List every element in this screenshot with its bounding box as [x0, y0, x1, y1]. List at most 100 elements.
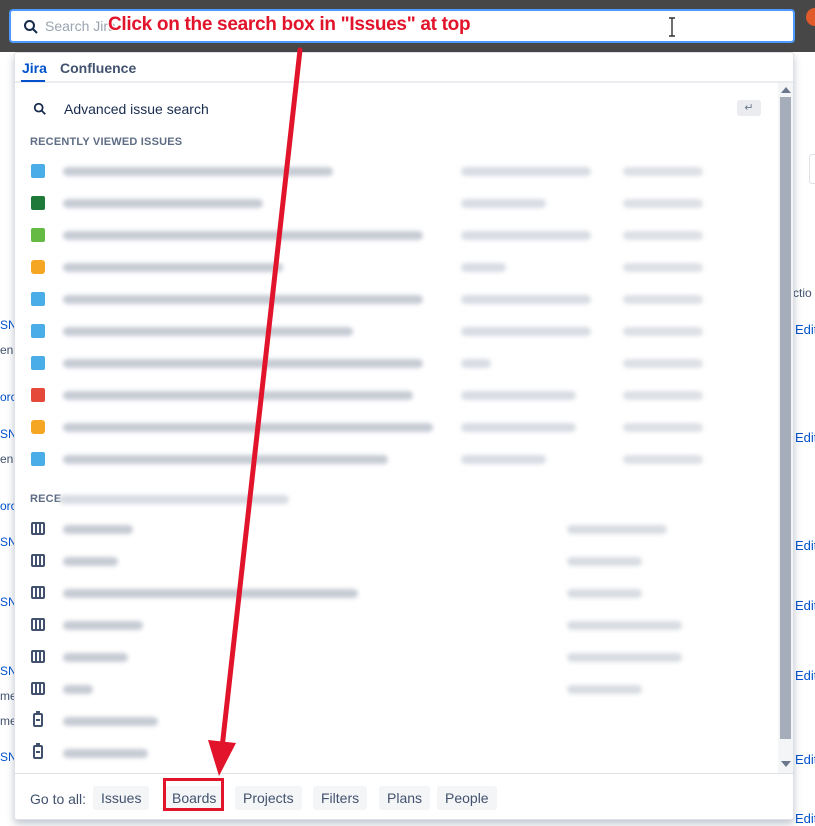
blurred-text: [63, 455, 388, 464]
blurred-text: [623, 263, 703, 272]
product-tabs: Jira Confluence: [15, 53, 793, 83]
list-item[interactable]: [31, 679, 771, 701]
list-item[interactable]: [31, 711, 771, 733]
recent-issues-heading: RECENTLY VIEWED ISSUES: [30, 136, 183, 148]
scroll-up-icon[interactable]: [781, 87, 791, 93]
edit-link[interactable]: Edit: [795, 430, 815, 445]
blurred-text: [567, 685, 642, 694]
list-item[interactable]: [31, 519, 771, 541]
blurred-text: [623, 167, 703, 176]
blurred-text: [63, 717, 158, 726]
annotation-text: Click on the search box in "Issues" at t…: [108, 14, 471, 35]
blurred-text: [461, 231, 591, 240]
go-to-all-label: Go to all:: [30, 791, 87, 807]
blurred-text: [63, 685, 93, 694]
blurred-text: [461, 263, 506, 272]
list-item[interactable]: [31, 225, 771, 247]
blurred-text: [63, 423, 433, 432]
blurred-text: [63, 391, 413, 400]
active-tab-indicator: [21, 80, 45, 82]
background-text: en: [0, 343, 14, 357]
goto-plans-button[interactable]: Plans: [379, 786, 431, 810]
edit-link[interactable]: Edit: [795, 752, 815, 767]
background-text: en: [0, 452, 14, 466]
enter-key-icon: ↵: [737, 100, 761, 116]
subtask-icon: [31, 292, 45, 306]
blurred-text: [63, 589, 358, 598]
advanced-issue-search-label: Advanced issue search: [64, 101, 209, 117]
blurred-text: [63, 621, 143, 630]
search-icon: [24, 20, 38, 34]
list-item[interactable]: [31, 551, 771, 573]
search-icon: [33, 102, 46, 115]
board-icon: [31, 682, 45, 695]
blurred-text: [63, 525, 133, 534]
bug-icon: [31, 388, 45, 402]
board-icon: [31, 554, 45, 567]
avatar[interactable]: [806, 8, 815, 26]
background-box: [809, 154, 815, 184]
blurred-text: [461, 359, 491, 368]
goto-filters-button[interactable]: Filters: [313, 786, 368, 810]
clipboard-icon: [33, 711, 43, 727]
column-header: ctio: [793, 286, 812, 300]
goto-people-button[interactable]: People: [437, 786, 497, 810]
blurred-text: [461, 423, 576, 432]
edit-link[interactable]: Edit: [795, 668, 815, 683]
list-item[interactable]: [31, 743, 771, 765]
blurred-text: [63, 295, 423, 304]
task-icon: [31, 452, 45, 466]
blurred-text: [567, 653, 682, 662]
list-item[interactable]: [31, 161, 771, 183]
blurred-text: [567, 525, 667, 534]
list-item[interactable]: [31, 257, 771, 279]
blurred-text: [63, 327, 353, 336]
edit-link[interactable]: Edit: [795, 538, 815, 553]
blurred-text: [59, 495, 289, 504]
new-feature-icon: [31, 228, 45, 242]
list-item[interactable]: [31, 289, 771, 311]
scroll-down-icon[interactable]: [781, 761, 791, 767]
scrollbar-thumb[interactable]: [780, 97, 791, 739]
scrollbar[interactable]: [778, 83, 793, 773]
blurred-text: [623, 295, 703, 304]
list-item[interactable]: [31, 615, 771, 637]
text-cursor-icon: [669, 17, 675, 37]
board-icon: [31, 650, 45, 663]
clipboard-icon: [33, 743, 43, 759]
blurred-text: [63, 557, 118, 566]
edit-link[interactable]: Edit: [795, 598, 815, 613]
blurred-text: [623, 359, 703, 368]
blurred-text: [461, 295, 591, 304]
edit-link[interactable]: Edit: [795, 322, 815, 337]
task-icon: [31, 164, 45, 178]
list-item[interactable]: [31, 321, 771, 343]
blurred-text: [63, 167, 333, 176]
list-item[interactable]: [31, 583, 771, 605]
edit-link[interactable]: Edit: [795, 811, 815, 826]
list-item[interactable]: [31, 353, 771, 375]
search-dropdown: Jira Confluence Advanced issue search ↵ …: [14, 52, 794, 820]
list-item[interactable]: [31, 417, 771, 439]
blurred-text: [461, 167, 591, 176]
epic-icon: [31, 196, 45, 210]
idea-icon: [31, 260, 45, 274]
blurred-text: [623, 455, 703, 464]
advanced-issue-search[interactable]: Advanced issue search ↵: [31, 99, 761, 121]
blurred-text: [623, 327, 703, 336]
blurred-text: [63, 231, 423, 240]
list-item[interactable]: [31, 449, 771, 471]
list-item[interactable]: [31, 193, 771, 215]
list-item[interactable]: [31, 647, 771, 669]
board-icon: [31, 618, 45, 631]
blurred-text: [623, 231, 703, 240]
goto-issues-button[interactable]: Issues: [93, 786, 150, 810]
list-item[interactable]: [31, 385, 771, 407]
tab-confluence[interactable]: Confluence: [60, 60, 136, 76]
board-icon: [31, 522, 45, 535]
blurred-heading: [59, 489, 309, 509]
tab-jira[interactable]: Jira: [22, 60, 47, 76]
blurred-text: [63, 199, 263, 208]
annotation-highlight-box: [163, 778, 224, 811]
goto-projects-button[interactable]: Projects: [235, 786, 302, 810]
